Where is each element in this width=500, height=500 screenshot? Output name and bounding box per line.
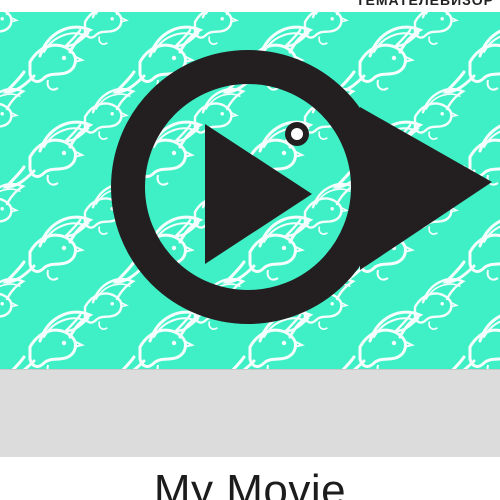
movie-card[interactable]: ТЕМАТЕЛЕВИЗОР My Movie (0, 0, 500, 500)
watermark-text: ТЕМАТЕЛЕВИЗОР (355, 0, 494, 8)
separator-bar (0, 369, 500, 457)
thumbnail-canvas (0, 12, 500, 369)
movie-thumbnail[interactable] (0, 12, 500, 369)
title-bar: My Movie (0, 457, 500, 500)
movie-title[interactable]: My Movie (0, 469, 500, 500)
top-strip: ТЕМАТЕЛЕВИЗОР (0, 0, 500, 12)
